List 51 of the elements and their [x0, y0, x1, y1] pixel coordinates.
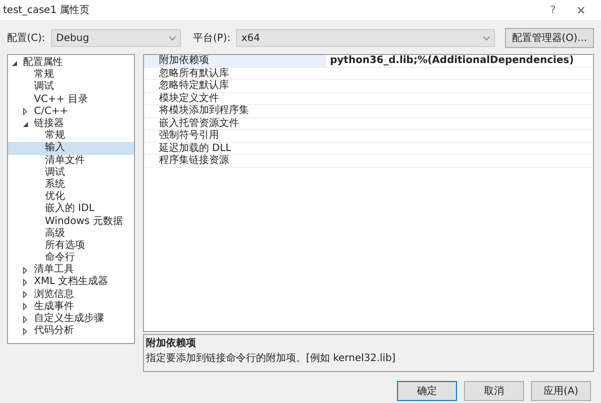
expanded-icon[interactable]	[12, 60, 17, 66]
tree-item[interactable]: 所有选项	[8, 240, 134, 252]
tree-item[interactable]: 生成事件	[8, 300, 134, 313]
config-label: 配置(C):	[7, 32, 46, 46]
tree-item[interactable]: 命令行	[8, 252, 134, 264]
property-name[interactable]: 模块定义文件	[144, 92, 326, 104]
close-button[interactable]: ×	[571, 1, 591, 19]
tree-item[interactable]: 链接器	[8, 118, 134, 130]
expanded-icon[interactable]	[23, 122, 28, 127]
description-title: 附加依赖项	[146, 336, 197, 351]
tree-item[interactable]: 浏览信息	[8, 288, 134, 301]
tree-item[interactable]: 系统	[8, 178, 134, 192]
chevron-icon	[482, 36, 490, 40]
tree-item[interactable]: 嵌入的 IDL	[8, 203, 134, 216]
tree-item[interactable]: 优化	[8, 191, 134, 204]
tree-item[interactable]: 清单文件	[8, 154, 134, 167]
collapsed-icon[interactable]	[23, 108, 27, 116]
configuration-manager-button[interactable]: 配置管理器(O)...	[504, 28, 594, 48]
property-name[interactable]: 将模块添加到程序集	[144, 105, 326, 116]
property-name[interactable]: 忽略特定默认库	[144, 80, 326, 92]
tree-item[interactable]: Windows 元数据	[8, 215, 134, 228]
config-dropdown[interactable]: Debug	[51, 29, 182, 47]
chevron-icon	[169, 36, 176, 40]
tree-item[interactable]: 调试	[8, 81, 134, 94]
property-name[interactable]: 强制符号引用	[144, 130, 326, 142]
tree-item[interactable]: 配置属性	[8, 57, 134, 70]
property-name[interactable]: 嵌入托管资源文件	[144, 118, 326, 129]
tree-item[interactable]: 代码分析	[8, 325, 134, 338]
tree-item[interactable]: C/C++	[8, 106, 134, 118]
platform-dropdown[interactable]: x64	[236, 29, 495, 47]
window-title: test_case1 属性页	[3, 4, 91, 18]
property-name[interactable]: 附加依赖项	[144, 55, 326, 66]
help-button[interactable]: ?	[543, 2, 563, 18]
tree-item[interactable]: 常规	[8, 130, 134, 142]
property-name[interactable]: 忽略所有默认库	[144, 68, 326, 79]
tree-item[interactable]: 调试	[8, 166, 134, 179]
dialog-button[interactable]: 确定	[397, 381, 457, 401]
tree-item[interactable]: VC++ 目录	[8, 94, 134, 106]
property-name[interactable]: 延迟加载的 DLL	[144, 142, 326, 154]
tree-item[interactable]: XML 文档生成器	[8, 276, 134, 289]
tree-item[interactable]: 清单工具	[8, 264, 134, 276]
property-name[interactable]: 程序集链接资源	[144, 155, 326, 166]
dialog-button[interactable]: 取消	[464, 381, 524, 401]
tree-item[interactable]: 输入	[8, 142, 134, 154]
tree-item[interactable]: 常规	[8, 69, 134, 82]
dialog-button[interactable]: 应用(A)	[531, 381, 591, 401]
tree-item[interactable]: 自定义生成步骤	[8, 312, 134, 326]
platform-label: 平台(P):	[193, 32, 230, 46]
description-text: 指定要添加到链接命令行的附加项。[例如 kernel32.lib]	[146, 352, 397, 366]
tree-item[interactable]: 高级	[8, 228, 134, 240]
property-value[interactable]: python36_d.lib;%(AdditionalDependencies)	[326, 55, 593, 66]
